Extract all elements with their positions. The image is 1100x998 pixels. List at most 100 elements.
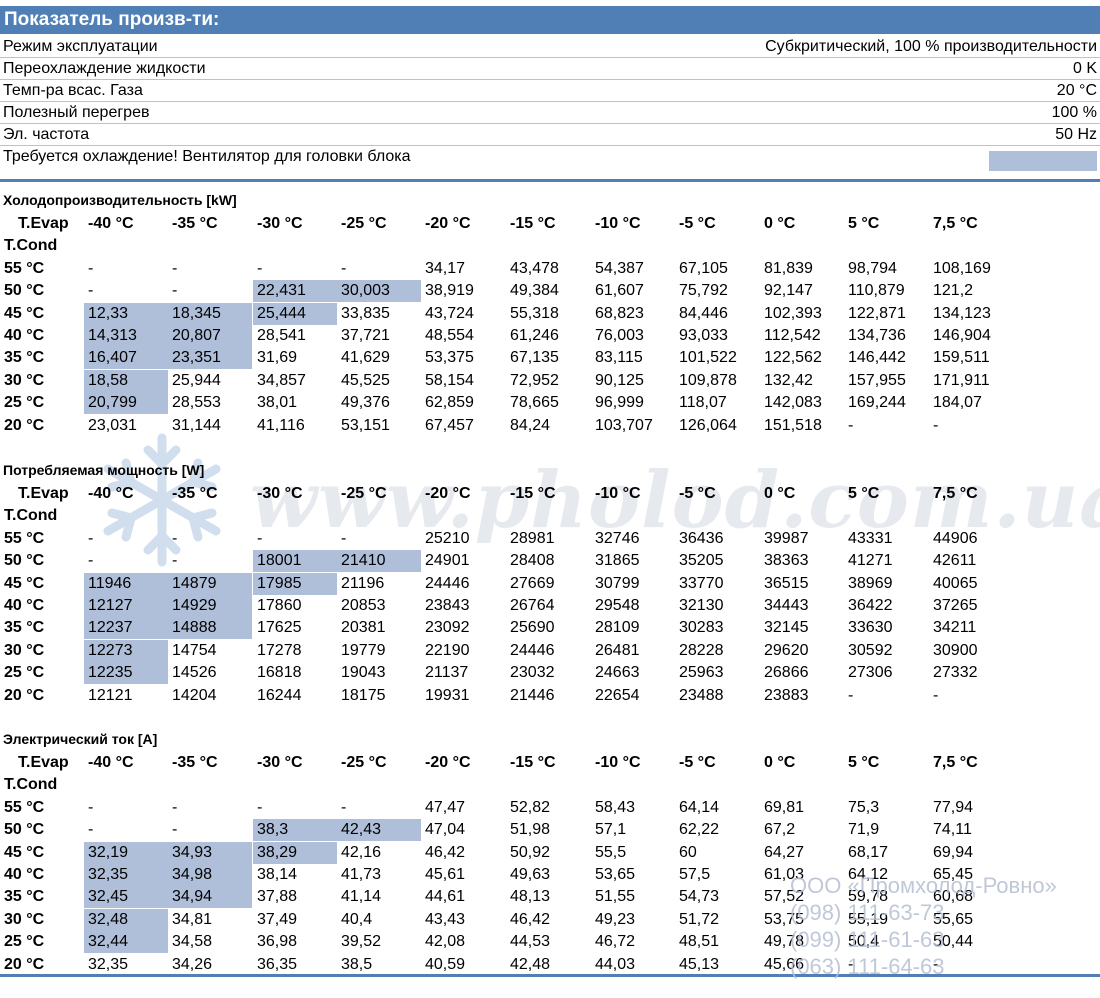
evap-temp-header: -40 °C — [88, 754, 134, 771]
evap-temp-header: 5 °C — [848, 215, 880, 232]
table-cell: 43331 — [848, 529, 893, 547]
table-cell: 48,13 — [510, 888, 551, 906]
table-cell: 58,43 — [595, 798, 636, 816]
cond-temp-label: 30 °C — [4, 371, 45, 389]
table-cell: 20,799 — [84, 392, 168, 415]
table-cell: 42611 — [933, 552, 977, 570]
table-cell: 40,4 — [341, 910, 373, 928]
info-label: Режим эксплуатации — [3, 38, 158, 55]
table-cell: 60,68 — [933, 888, 974, 906]
cond-temp-label: 30 °C — [4, 641, 45, 659]
table-cell: 21137 — [425, 664, 469, 682]
cond-label-row: T.Cond — [0, 235, 1100, 257]
table-cell: 16,407 — [84, 347, 168, 370]
table-row: 45 °C 32,19 34,93 38,29 42,16 46,42 50,92 55,5 6… — [0, 841, 1100, 864]
info-row: Эл. частота 50 Hz — [0, 124, 1100, 146]
table-cell: 58,154 — [425, 371, 474, 389]
table-cell: 134,123 — [933, 304, 991, 322]
table-cell: 64,12 — [848, 866, 889, 883]
table-cell: 48,51 — [679, 933, 720, 951]
table-header-row: T.Evap -40 °C -35 °C -30 °C -25 °C -20 °C -15 … — [0, 483, 1100, 505]
table-cell: 12127 — [84, 595, 168, 617]
table-cell: 24446 — [425, 574, 470, 592]
table-cell: 81,839 — [764, 259, 813, 277]
table-cell: 21446 — [510, 686, 555, 704]
table-cell: 159,511 — [933, 349, 990, 367]
table-cell: 34,93 — [168, 841, 252, 864]
table-cell: 21196 — [341, 574, 385, 592]
table-cell: - — [88, 821, 94, 839]
table-cell: 28109 — [595, 619, 640, 637]
table-cell: 14888 — [168, 617, 252, 640]
table-cell: 62,22 — [679, 821, 720, 839]
cond-axis-label: T.Cond — [4, 776, 58, 794]
table-cell: 98,794 — [848, 259, 897, 277]
table-cell: 74,11 — [933, 821, 972, 839]
evap-temp-header: -20 °C — [425, 215, 471, 232]
table-cell: 12235 — [84, 662, 168, 685]
cond-temp-label: 55 °C — [4, 529, 45, 547]
table-cell: 53,151 — [341, 416, 390, 434]
info-value: 20 °C — [1056, 82, 1097, 99]
table-cell: - — [257, 259, 263, 277]
table-cell: 146,442 — [848, 349, 906, 367]
table-cell: - — [172, 798, 178, 816]
table-cell: 14754 — [172, 641, 217, 659]
evap-temp-header: -30 °C — [257, 754, 303, 771]
table-cell: 151,518 — [764, 416, 822, 434]
table-cell: 92,147 — [764, 282, 813, 300]
report-header: Показатель произв-ти: — [0, 6, 1100, 34]
table-cell: 146,904 — [933, 327, 991, 344]
evap-temp-header: -15 °C — [510, 754, 556, 771]
table-cell: 27306 — [848, 664, 893, 682]
table-cell: 23488 — [679, 686, 724, 704]
table-cell: 112,542 — [764, 327, 821, 344]
table-cell: 47,04 — [425, 821, 466, 839]
table-cell: 41,116 — [257, 416, 305, 434]
table-cell: 84,24 — [510, 416, 551, 434]
table-header-row: T.Evap -40 °C -35 °C -30 °C -25 °C -20 °C -15 … — [0, 752, 1100, 774]
table-cell: 64,27 — [764, 843, 805, 861]
table-cell: 132,42 — [764, 371, 813, 389]
evap-temp-header: -25 °C — [341, 754, 387, 771]
table-cell: - — [88, 259, 94, 277]
table-cell: 26764 — [510, 597, 555, 614]
table-cell: 22190 — [425, 641, 470, 659]
cond-temp-label: 50 °C — [4, 821, 45, 839]
table-cell: 30900 — [933, 641, 978, 659]
table-cell: 41,73 — [341, 866, 382, 883]
cond-temp-label: 25 °C — [4, 933, 45, 951]
evap-temp-header: -20 °C — [425, 485, 471, 502]
table-cell: 31,144 — [172, 416, 221, 434]
table-cell: 49,78 — [764, 933, 805, 951]
table-row: 50 °C - - 22,431 30,003 38,919 49,384 61,607 75,… — [0, 280, 1100, 303]
warning-indicator — [989, 151, 1097, 171]
table-cell: - — [88, 529, 94, 547]
table-cell: 37,721 — [341, 327, 390, 344]
table-cell: 43,478 — [510, 259, 559, 277]
table-cell: 59,78 — [848, 888, 889, 906]
table-cell: 55,19 — [848, 910, 889, 928]
table-row: 50 °C - - 18001 21410 24901 28408 31865 35205 383… — [0, 550, 1100, 573]
section-title: Холодопроизводительность [kW] — [3, 192, 237, 208]
table-cell: 32,45 — [84, 886, 168, 909]
table-cell: 34443 — [764, 597, 809, 614]
table-row: 25 °C 32,44 34,58 36,98 39,52 42,08 44,53 46,72… — [0, 931, 1100, 954]
table-cell: 62,859 — [425, 394, 474, 412]
table-cell: 50,4 — [848, 933, 880, 951]
table-cell: 36,98 — [257, 933, 298, 951]
table-cell: 122,871 — [848, 304, 906, 322]
table-cell: 67,105 — [679, 259, 728, 277]
table-cell: 57,5 — [679, 866, 711, 883]
table-cell: 41,629 — [341, 349, 390, 367]
table-cell: 32,35 — [84, 864, 168, 886]
table-cell: 83,115 — [595, 349, 643, 367]
cond-temp-label: 35 °C — [4, 619, 45, 637]
table-cell: 17860 — [257, 597, 302, 614]
table-cell: 121,2 — [933, 282, 974, 300]
table-cell: - — [933, 416, 939, 434]
cond-temp-label: 45 °C — [4, 574, 45, 592]
evap-temp-header: -30 °C — [257, 215, 303, 232]
evap-temp-header: 7,5 °C — [933, 754, 978, 771]
table-row: 40 °C 12127 14929 17860 20853 23843 26764 29548… — [0, 595, 1100, 617]
